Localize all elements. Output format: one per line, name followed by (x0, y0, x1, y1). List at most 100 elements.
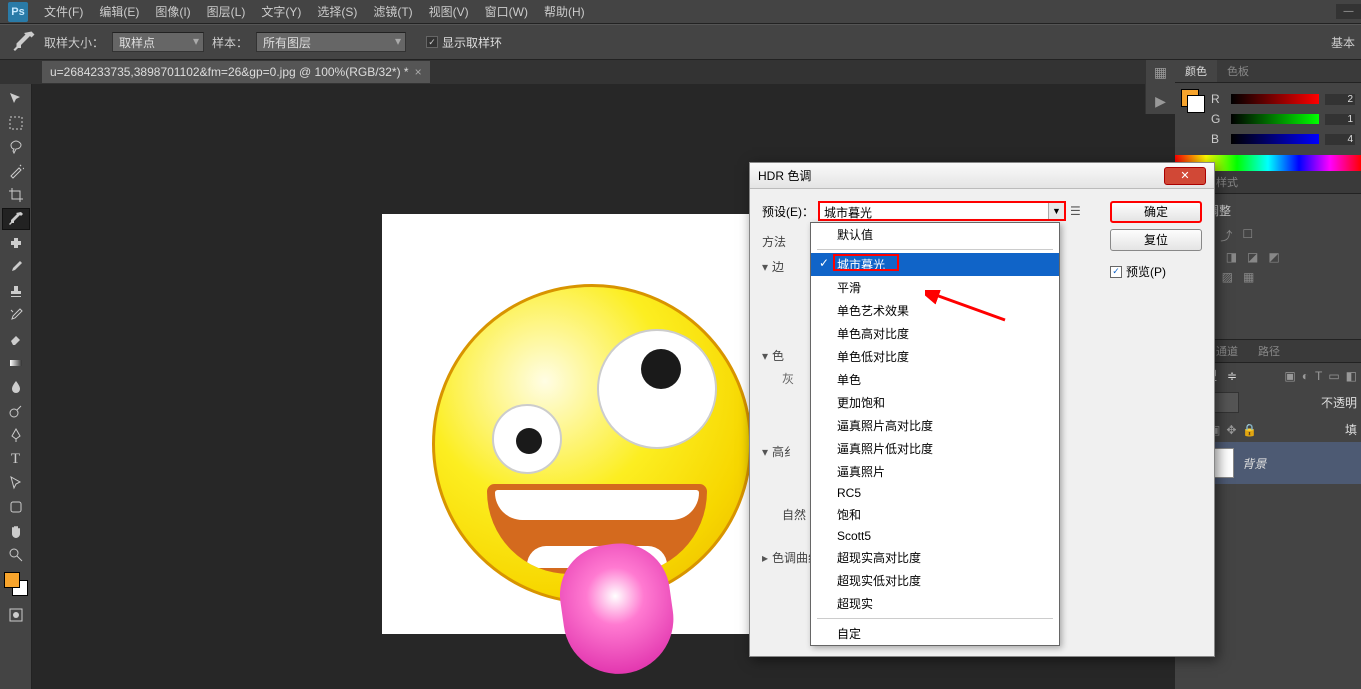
menu-view[interactable]: 视图(V) (421, 0, 477, 24)
history-icon[interactable]: ▦ (1154, 64, 1167, 81)
preset-option-city-twilight[interactable]: 城市暮光 (811, 253, 1059, 276)
b-value[interactable]: 4 (1325, 134, 1355, 145)
preset-option-surreal[interactable]: 超现实 (811, 592, 1059, 615)
preset-option-photo-low[interactable]: 逼真照片低对比度 (811, 437, 1059, 460)
lock-position-icon[interactable]: ✥ (1226, 423, 1236, 437)
curves-icon[interactable]: ⤴ (1220, 227, 1232, 244)
threshold-icon[interactable]: ▨ (1222, 270, 1233, 284)
filter-adjust-icon[interactable]: ◐ (1302, 369, 1309, 383)
preset-option-scott5[interactable]: Scott5 (811, 526, 1059, 546)
path-select-tool[interactable] (2, 472, 30, 494)
layer-name: 背景 (1242, 455, 1266, 472)
opacity-label: 不透明 (1321, 394, 1357, 411)
preset-option-more-sat[interactable]: 更加饱和 (811, 391, 1059, 414)
menu-layer[interactable]: 图层(L) (199, 0, 254, 24)
collapsed-panels: ▦ ▶ (1145, 60, 1175, 114)
reset-button[interactable]: 复位 (1110, 229, 1202, 251)
menu-image[interactable]: 图像(I) (147, 0, 198, 24)
pen-tool[interactable] (2, 424, 30, 446)
show-ring-label: 显示取样环 (442, 34, 502, 51)
actions-icon[interactable]: ▶ (1155, 93, 1166, 110)
menu-help[interactable]: 帮助(H) (536, 0, 593, 24)
chevron-down-icon[interactable]: ▼ (1048, 203, 1064, 219)
preview-label: 预览(P) (1126, 263, 1166, 280)
gradient-tool[interactable] (2, 352, 30, 374)
gradient-map-icon[interactable]: ▦ (1243, 270, 1254, 284)
preset-menu-icon[interactable]: ☰ (1070, 204, 1081, 218)
preset-option-surreal-high[interactable]: 超现实高对比度 (811, 546, 1059, 569)
filter-shape-icon[interactable]: ▭ (1328, 369, 1339, 383)
preset-option-mono-low[interactable]: 单色低对比度 (811, 345, 1059, 368)
preset-option-custom[interactable]: 自定 (811, 622, 1059, 645)
heal-tool[interactable] (2, 232, 30, 254)
dodge-tool[interactable] (2, 400, 30, 422)
sample-select[interactable]: 所有图层 (256, 32, 406, 52)
canvas (382, 214, 802, 634)
g-value[interactable]: 1 (1325, 114, 1355, 125)
menu-file[interactable]: 文件(F) (36, 0, 91, 24)
menu-filter[interactable]: 滤镜(T) (365, 0, 420, 24)
sample-label: 样本： (212, 34, 248, 51)
shape-tool[interactable] (2, 496, 30, 518)
preset-option-sat[interactable]: 饱和 (811, 503, 1059, 526)
eyedropper-tool[interactable] (2, 208, 30, 230)
document-tab[interactable]: u=2684233735,3898701102&fm=26&gp=0.jpg @… (42, 61, 430, 83)
brush-tool[interactable] (2, 256, 30, 278)
menu-text[interactable]: 文字(Y) (253, 0, 309, 24)
move-tool[interactable] (2, 88, 30, 110)
dialog-titlebar[interactable]: HDR 色调 ✕ (750, 163, 1214, 189)
color-swatches[interactable] (0, 572, 31, 602)
balance-icon[interactable]: ◨ (1226, 250, 1237, 264)
bw-icon[interactable]: ◪ (1247, 250, 1258, 264)
show-ring-checkbox[interactable]: ✓ 显示取样环 (426, 34, 502, 51)
type-tool[interactable]: T (2, 448, 30, 470)
preset-option-mono[interactable]: 单色 (811, 368, 1059, 391)
close-tab-icon[interactable]: × (415, 65, 422, 79)
r-value[interactable]: 2 (1325, 94, 1355, 105)
menu-window[interactable]: 窗口(W) (477, 0, 536, 24)
emoji-image (432, 284, 752, 604)
foreground-swatch[interactable] (4, 572, 20, 588)
workspace-basic[interactable]: 基本 (1331, 34, 1361, 51)
ok-button[interactable]: 确定 (1110, 201, 1202, 223)
quickmask-tool[interactable] (2, 604, 30, 626)
sample-size-select[interactable]: 取样点 (112, 32, 204, 52)
crop-tool[interactable] (2, 184, 30, 206)
menu-edit[interactable]: 编辑(E) (91, 0, 147, 24)
tab-swatches[interactable]: 色板 (1217, 60, 1259, 82)
history-brush-tool[interactable] (2, 304, 30, 326)
preset-option-photo[interactable]: 逼真照片 (811, 460, 1059, 483)
preset-option-photo-high[interactable]: 逼真照片高对比度 (811, 414, 1059, 437)
photo-filter-icon[interactable]: ◩ (1268, 250, 1279, 264)
minimize-button[interactable]: — (1336, 4, 1361, 19)
menu-select[interactable]: 选择(S) (309, 0, 365, 24)
filter-type-icon[interactable]: T (1315, 369, 1322, 383)
preset-option-rc5[interactable]: RC5 (811, 483, 1059, 503)
preset-combobox[interactable]: 城市暮光 ▼ (818, 201, 1066, 221)
tab-paths[interactable]: 路径 (1248, 340, 1290, 362)
preset-label: 预设(E)： (762, 203, 814, 220)
blur-tool[interactable] (2, 376, 30, 398)
preset-option-mono-artistic[interactable]: 单色艺术效果 (811, 299, 1059, 322)
filter-smart-icon[interactable]: ◧ (1346, 369, 1357, 383)
stamp-tool[interactable] (2, 280, 30, 302)
preset-option-default[interactable]: 默认值 (811, 223, 1059, 246)
lock-all-icon[interactable]: 🔒 (1242, 423, 1257, 437)
eraser-tool[interactable] (2, 328, 30, 350)
preset-option-flat[interactable]: 平滑 (811, 276, 1059, 299)
exposure-icon[interactable]: ☐ (1242, 227, 1253, 244)
menu-bar: Ps 文件(F) 编辑(E) 图像(I) 图层(L) 文字(Y) 选择(S) 滤… (0, 0, 1361, 24)
filter-pixel-icon[interactable]: ▣ (1284, 369, 1295, 383)
dialog-close-button[interactable]: ✕ (1164, 167, 1206, 185)
preset-value: 城市暮光 (824, 206, 872, 220)
zoom-tool[interactable] (2, 544, 30, 566)
wand-tool[interactable] (2, 160, 30, 182)
sample-size-label: 取样大小： (44, 34, 104, 51)
hand-tool[interactable] (2, 520, 30, 542)
tab-color[interactable]: 颜色 (1175, 60, 1217, 82)
preview-checkbox[interactable]: ✓预览(P) (1110, 263, 1202, 280)
preset-option-surreal-low[interactable]: 超现实低对比度 (811, 569, 1059, 592)
lasso-tool[interactable] (2, 136, 30, 158)
preset-option-mono-high[interactable]: 单色高对比度 (811, 322, 1059, 345)
marquee-tool[interactable] (2, 112, 30, 134)
